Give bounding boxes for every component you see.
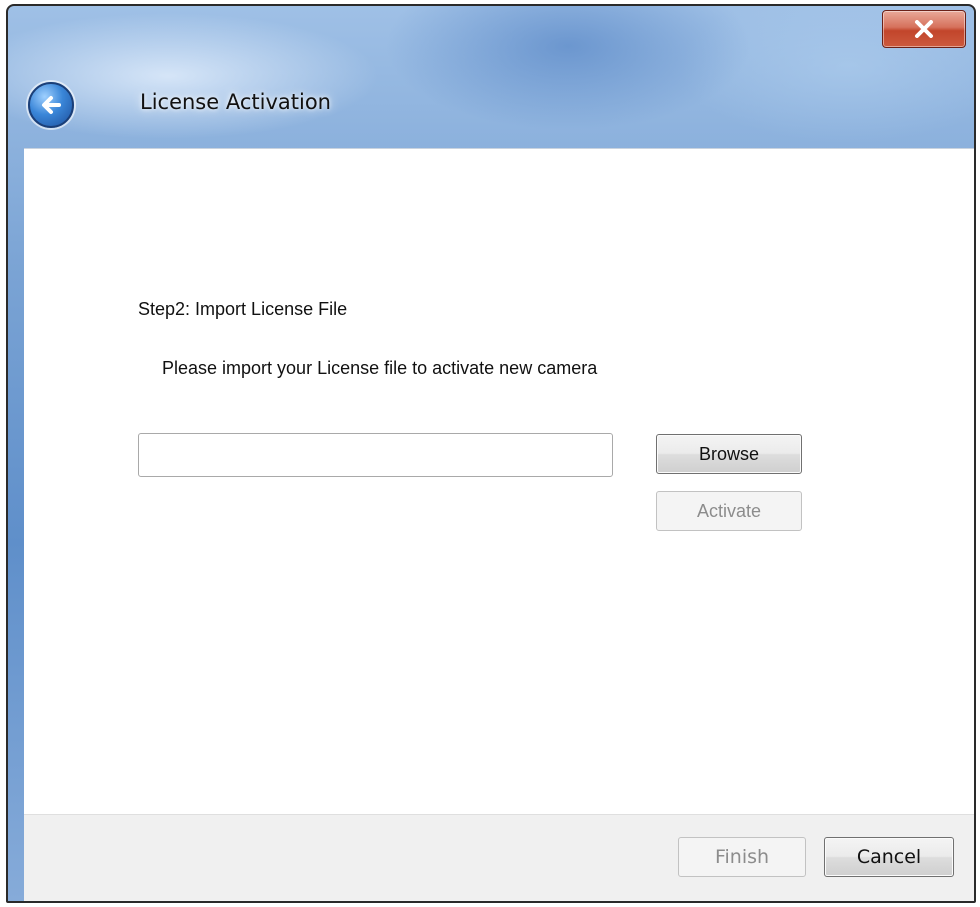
license-file-path-input[interactable] xyxy=(138,433,613,477)
finish-button: Finish xyxy=(678,837,806,877)
license-activation-window: License Activation Step2: Import License… xyxy=(6,4,976,903)
back-button[interactable] xyxy=(28,82,74,128)
window-title: License Activation xyxy=(140,90,331,114)
step-instructions: Please import your License file to activ… xyxy=(162,358,598,378)
close-button[interactable] xyxy=(882,10,966,48)
cancel-button[interactable]: Cancel xyxy=(824,837,954,877)
browse-button[interactable]: Browse xyxy=(656,434,802,474)
close-icon xyxy=(915,20,933,38)
activate-button: Activate xyxy=(656,491,802,531)
title-bar: License Activation xyxy=(8,6,974,148)
back-arrow-icon xyxy=(42,96,61,114)
step-heading: Step2: Import License File xyxy=(138,299,348,319)
wizard-content: Step2: Import License File Please import… xyxy=(24,148,974,815)
wizard-footer: Finish Cancel xyxy=(24,814,974,901)
